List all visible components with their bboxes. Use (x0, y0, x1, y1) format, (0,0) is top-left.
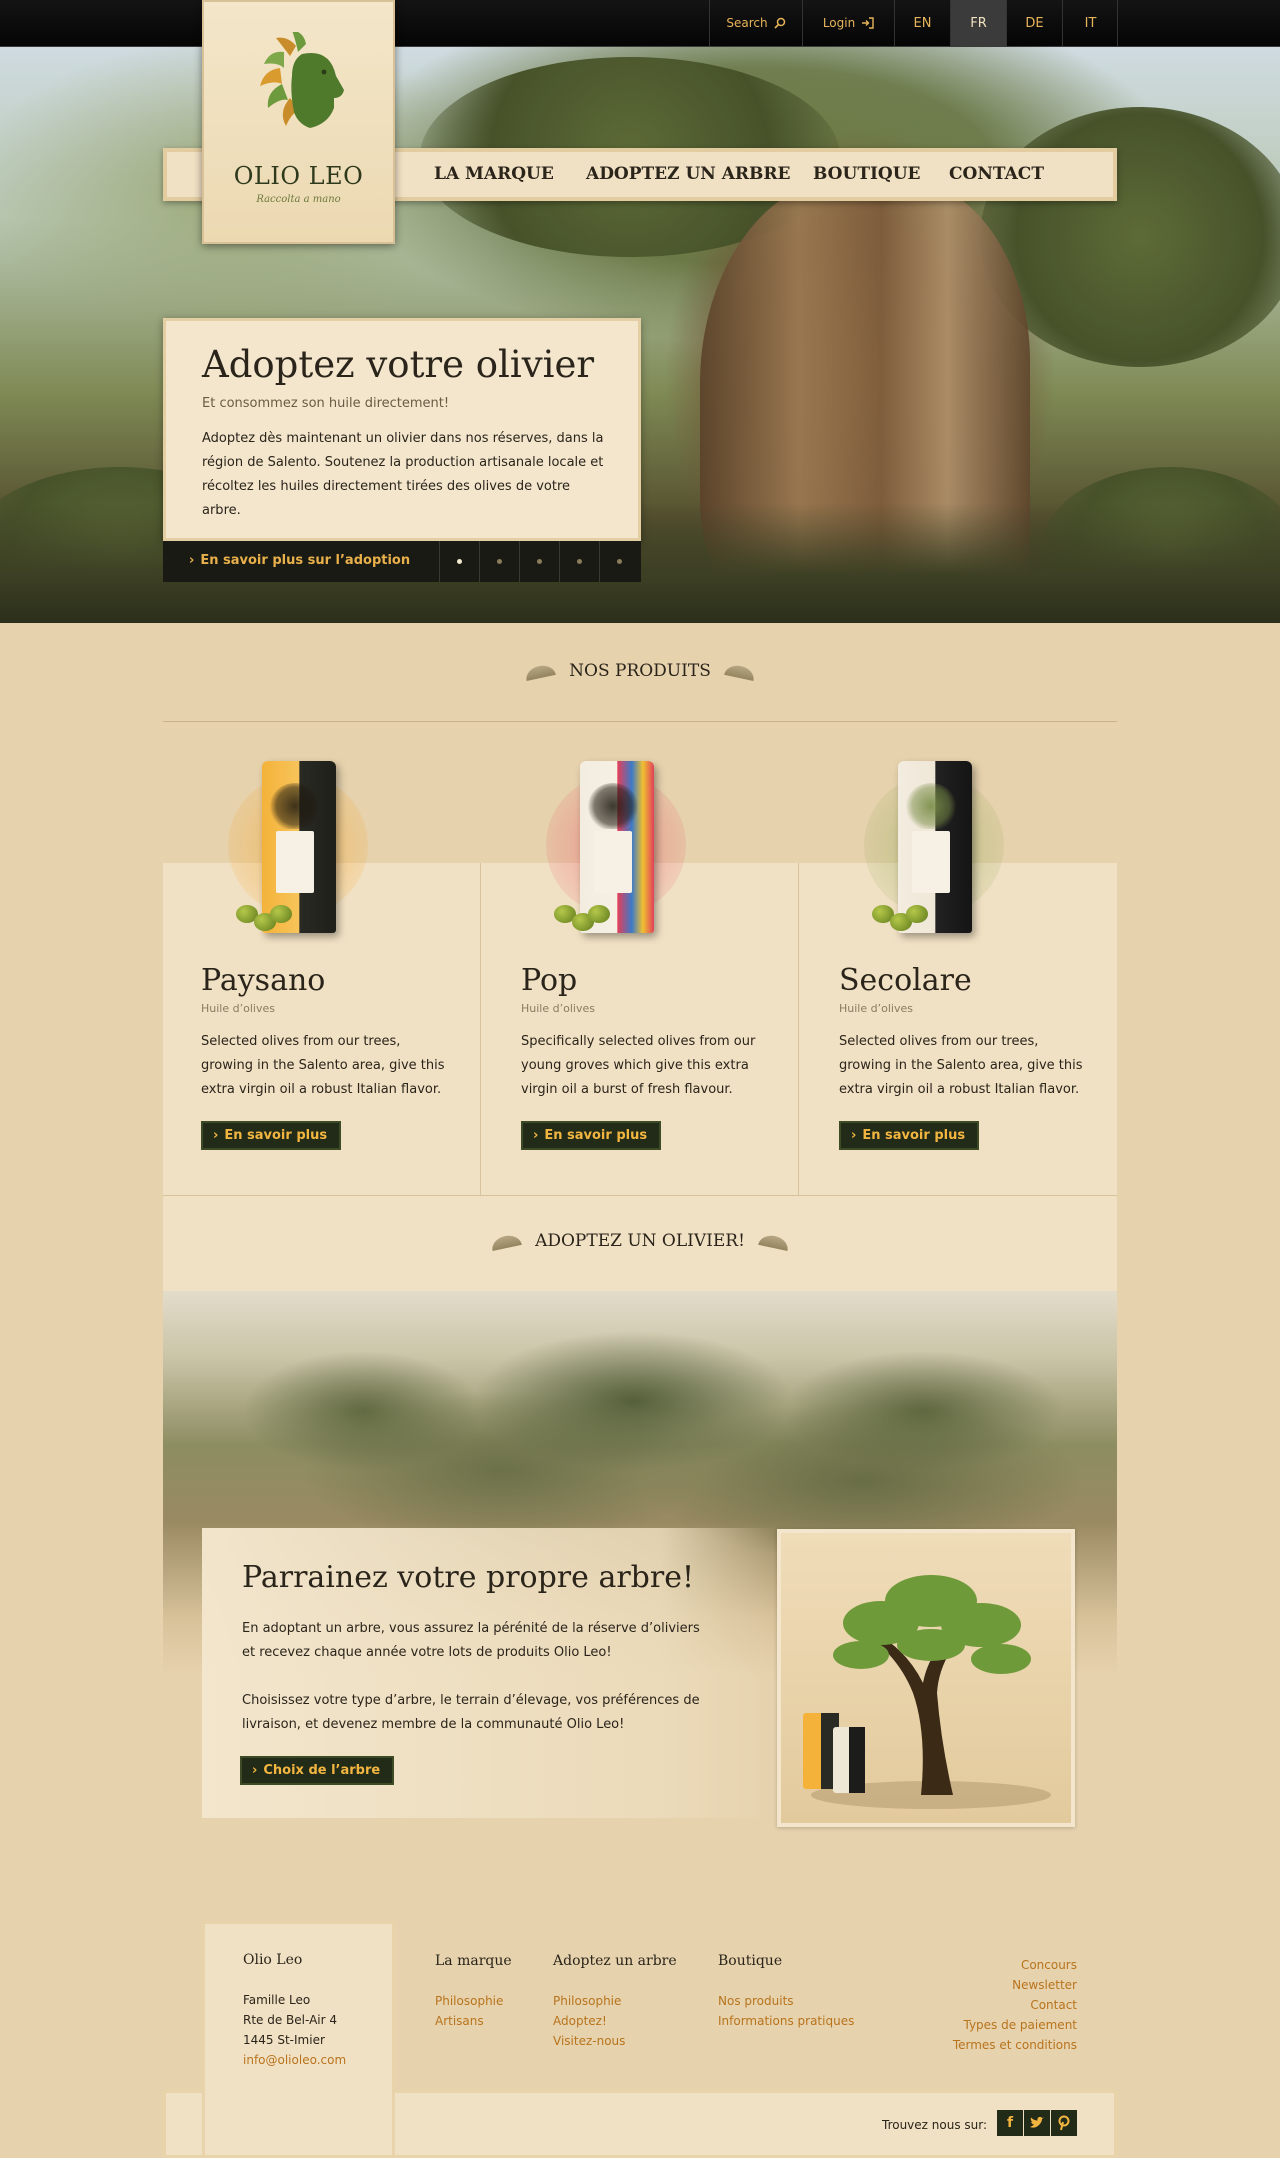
facebook-icon[interactable]: f (997, 2110, 1023, 2136)
chevron-right-icon: › (189, 553, 195, 568)
footer-company: Olio Leo (243, 1952, 303, 1968)
adoption-more-link[interactable]: › En savoir plus sur l’adoption (189, 553, 410, 568)
top-bar: Search Login EN FR DE IT (0, 0, 1280, 47)
footer-link-newsletter[interactable]: Newsletter (953, 1975, 1077, 1995)
product-name: Secolare (839, 963, 972, 998)
footer-link[interactable]: Adoptez! (553, 2011, 677, 2031)
footer-link-concours[interactable]: Concours (953, 1955, 1077, 1975)
lang-it[interactable]: IT (1062, 0, 1118, 46)
social-label: Trouvez nous sur: (882, 2118, 988, 2132)
product-more-button[interactable]: En savoir plus (201, 1121, 342, 1150)
olive-icon (270, 905, 292, 923)
adopt-heading-text: ADOPTEZ UN OLIVIER! (535, 1231, 745, 1251)
topbar-divider (1117, 0, 1118, 46)
footer-link[interactable]: Nos produits (718, 1991, 854, 2011)
tree-illustration (777, 1529, 1075, 1827)
brand-tagline: Raccolta a mano (256, 194, 341, 205)
footer-link-payment[interactable]: Types de paiement (953, 2015, 1077, 2035)
product-type: Huile d’olives (521, 1002, 595, 1015)
olive-icon (588, 905, 610, 923)
footer-col-title: Boutique (718, 1953, 783, 1969)
footer-col-boutique: Boutique Nos produits Informations prati… (718, 1953, 854, 2031)
footer-col-title: Adoptez un arbre (553, 1953, 677, 1969)
product-type: Huile d’olives (201, 1002, 275, 1015)
address-line: Famille Leo (243, 1993, 311, 2007)
search-icon (774, 17, 785, 29)
sponsor-panel: Parrainez votre propre arbre! En adoptan… (202, 1528, 775, 1818)
lang-fr[interactable]: FR (950, 0, 1006, 46)
footer-col-title: La marque (435, 1953, 512, 1969)
lion-logo-icon (260, 32, 344, 128)
slide-dot-1[interactable] (439, 541, 479, 582)
product-more-button[interactable]: En savoir plus (521, 1121, 662, 1150)
logo[interactable]: OLIO LEO Raccolta a mano (202, 0, 395, 244)
nav-boutique[interactable]: BOUTIQUE (813, 164, 921, 184)
slide-dot-3[interactable] (519, 541, 559, 582)
olive-icon (906, 905, 928, 923)
nav-contact[interactable]: CONTACT (949, 164, 1044, 184)
login-icon (862, 17, 874, 29)
brand-name: OLIO LEO (233, 162, 364, 190)
nav-adoptez-un-arbre[interactable]: ADOPTEZ UN ARBRE (586, 164, 791, 184)
footer-link[interactable]: Philosophie (553, 1991, 677, 2011)
footer-link[interactable]: Informations pratiques (718, 2011, 854, 2031)
footer-link[interactable]: Philosophie (435, 1991, 512, 2011)
pinterest-icon[interactable] (1051, 2110, 1077, 2136)
product-image-pop[interactable] (536, 755, 696, 955)
login-button[interactable]: Login (802, 0, 894, 46)
address-line: Rte de Bel-Air 4 (243, 2013, 337, 2027)
slide-dot-2[interactable] (479, 541, 519, 582)
footer-col-la-marque: La marque Philosophie Artisans (435, 1953, 512, 2031)
footer-email-link[interactable]: info@olioleo.com (243, 2050, 354, 2070)
slide-dot-4[interactable] (559, 541, 599, 582)
footer-link-terms[interactable]: Termes et conditions (953, 2035, 1077, 2055)
products-heading: NOS PRODUITS (0, 661, 1280, 681)
search-button[interactable]: Search (709, 0, 802, 46)
leaf-icon (757, 1232, 790, 1251)
product-image-secolare[interactable] (854, 755, 1014, 955)
product-more-button[interactable]: En savoir plus (839, 1121, 980, 1150)
twitter-icon[interactable] (1024, 2110, 1050, 2136)
hero-card-footer: › En savoir plus sur l’adoption (163, 541, 641, 582)
login-label: Login (822, 16, 856, 30)
search-label: Search (726, 16, 768, 30)
hero-title: Adoptez votre olivier (202, 343, 595, 386)
sponsor-title: Parrainez votre propre arbre! (242, 1560, 695, 1595)
product-description: Selected olives from our trees, growing … (839, 1034, 1083, 1097)
adoption-more-label: En savoir plus sur l’adoption (200, 553, 411, 568)
hero-description: Adoptez dès maintenant un olivier dans n… (202, 430, 604, 518)
products-heading-text: NOS PRODUITS (569, 661, 711, 681)
footer-link-contact[interactable]: Contact (953, 1995, 1077, 2015)
lang-en[interactable]: EN (894, 0, 950, 46)
address-line: 1445 St-Imier (243, 2033, 325, 2047)
hero-card: Adoptez votre olivier Et consommez son h… (163, 318, 641, 541)
section-divider (163, 721, 1117, 722)
footer-utility-links: Concours Newsletter Contact Types de pai… (953, 1955, 1077, 2055)
footer-address: Famille Leo Rte de Bel-Air 4 1445 St-Imi… (243, 1990, 354, 2070)
nav-la-marque[interactable]: LA MARQUE (434, 164, 554, 184)
product-description: Specifically selected olives from our yo… (521, 1034, 756, 1097)
sponsor-paragraph-1: En adoptant un arbre, vous assurez la pé… (242, 1621, 700, 1660)
leaf-icon (723, 662, 756, 681)
slide-dot-5[interactable] (599, 541, 639, 582)
footer-link[interactable]: Artisans (435, 2011, 512, 2031)
product-name: Pop (521, 963, 578, 998)
lang-de[interactable]: DE (1006, 0, 1062, 46)
leaf-icon (524, 662, 557, 681)
choose-tree-button[interactable]: Choix de l’arbre (240, 1756, 395, 1785)
footer-link[interactable]: Visitez-nous (553, 2031, 677, 2051)
footer-col-adoptez: Adoptez un arbre Philosophie Adoptez! Vi… (553, 1953, 677, 2051)
sponsor-paragraph-2: Choisissez votre type d’arbre, le terrai… (242, 1693, 700, 1732)
olive-tree-icon (803, 1575, 1051, 1809)
hero-subtitle: Et consommez son huile directement! (202, 395, 450, 411)
product-description: Selected olives from our trees, growing … (201, 1034, 445, 1097)
leaf-icon (490, 1232, 522, 1251)
product-name: Paysano (201, 963, 326, 998)
product-image-paysano[interactable] (218, 755, 378, 955)
adopt-heading: ADOPTEZ UN OLIVIER! (0, 1231, 1280, 1251)
footer-contact: Olio Leo Famille Leo Rte de Bel-Air 4 14… (202, 1921, 395, 2158)
product-type: Huile d’olives (839, 1002, 913, 1015)
